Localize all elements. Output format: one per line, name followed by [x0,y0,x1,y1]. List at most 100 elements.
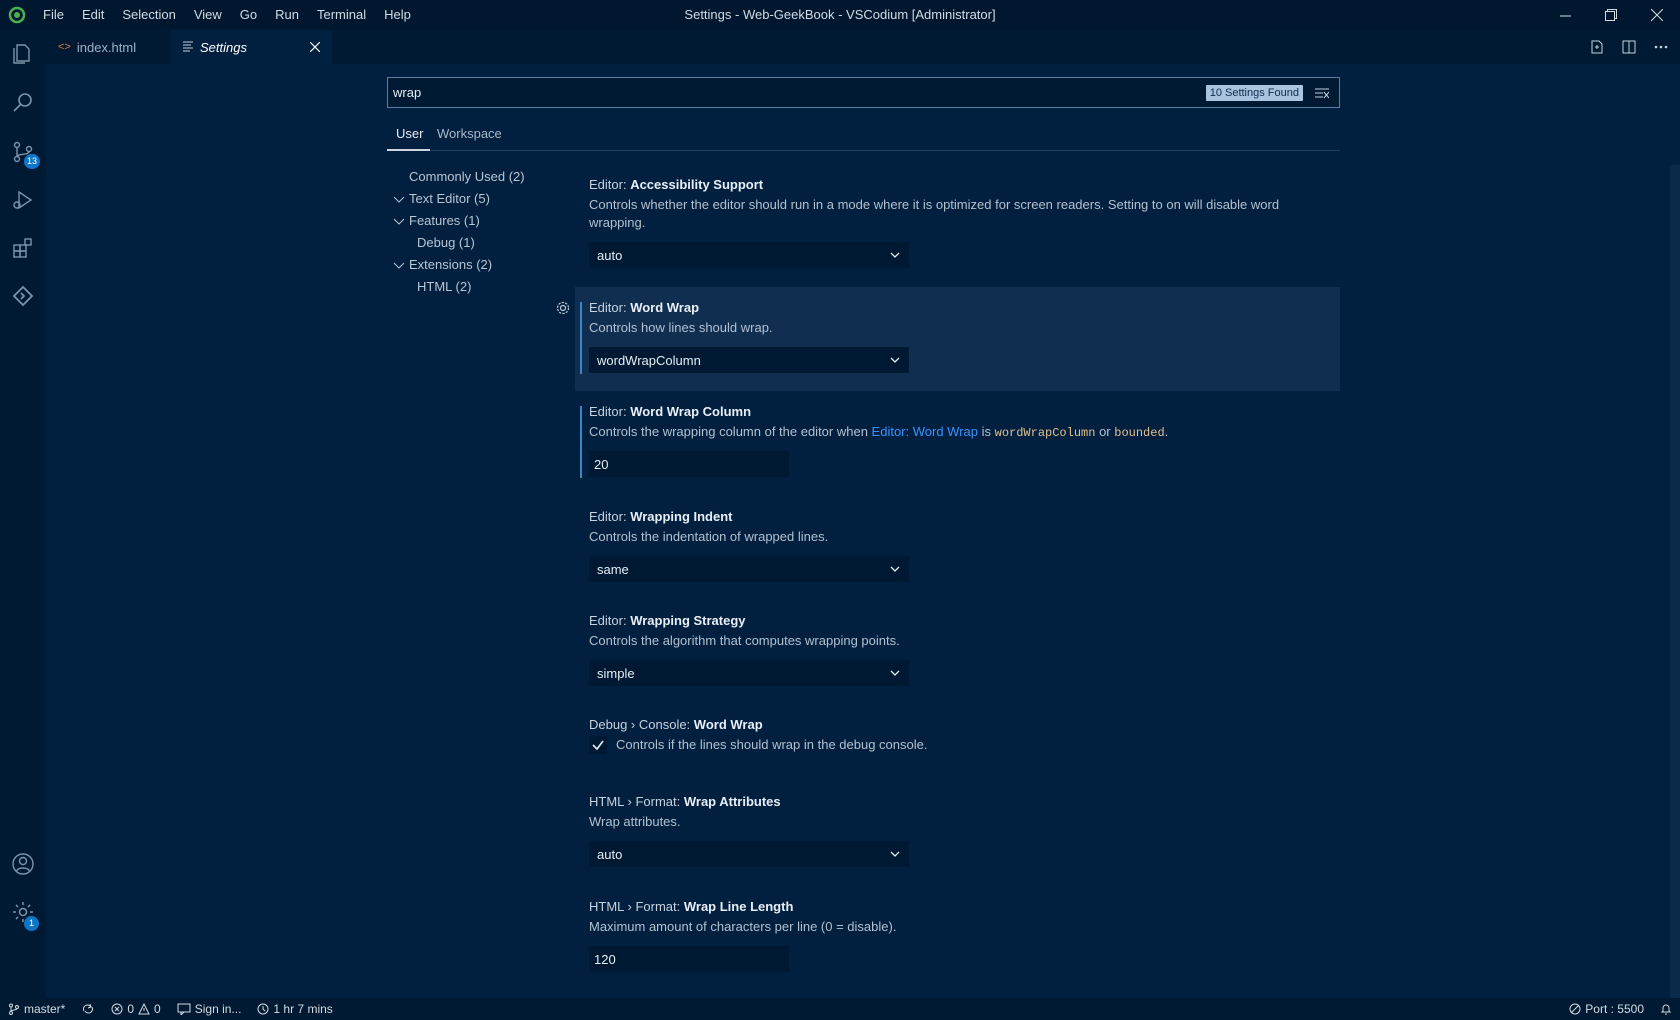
search-icon[interactable] [0,78,46,126]
setting-title: Editor: Word Wrap [589,300,700,315]
tab-workspace[interactable]: Workspace [437,126,502,141]
warning-icon [138,1003,150,1015]
toc-debug[interactable]: Debug (1) [417,235,475,250]
bell-icon [1660,1004,1672,1015]
wrapping-indent-select[interactable]: same [589,556,909,582]
tab-settings[interactable]: Settings [170,30,332,64]
tab-index-html[interactable]: <> index.html [46,30,168,64]
close-tab-icon[interactable] [309,40,321,55]
title-bar: File Edit Selection View Go Run Terminal… [0,0,1680,30]
setting-description: Controls the indentation of wrapped line… [589,529,829,544]
time-tracking-status[interactable]: 1 hr 7 mins [249,998,340,1020]
setting-gear-icon[interactable] [555,300,571,319]
branch-status[interactable]: master* [0,998,73,1020]
setting-title: Editor: Word Wrap Column [589,404,752,419]
word-wrap-select[interactable]: wordWrapColumn [589,347,909,373]
setting-description: Controls the wrapping column of the edit… [589,424,1169,440]
comment-icon [177,1003,191,1015]
toc-html[interactable]: HTML (2) [417,279,471,294]
scm-badge: 13 [24,154,41,169]
block-icon [1569,1003,1581,1015]
chevron-down-icon [890,357,900,363]
restore-icon[interactable] [1588,0,1634,30]
menu-terminal[interactable]: Terminal [308,0,375,30]
setting-title: Debug › Console: Word Wrap [589,717,763,732]
editor-tabs: <> index.html Settings [46,30,1680,64]
setting-description: Controls how lines should wrap. [589,320,773,335]
toc-features[interactable]: Features (1) [409,213,480,228]
menu-go[interactable]: Go [231,0,266,30]
manage-gear-icon[interactable]: 1 [0,888,46,936]
toc-commonly-used[interactable]: Commonly Used (2) [409,169,525,184]
minimize-icon[interactable] [1542,0,1588,30]
accessibility-support-select[interactable]: auto [589,242,909,268]
wrap-line-length-input[interactable]: 120 [589,946,789,972]
scrollbar[interactable] [1670,165,1680,998]
wrap-attributes-select[interactable]: auto [589,841,909,867]
setting-wrapping-strategy: Editor: Wrapping Strategy Controls the a… [589,613,1339,686]
settings-search: 10 Settings Found [387,77,1340,108]
source-control-icon[interactable]: 13 [0,128,46,176]
menu-run[interactable]: Run [266,0,308,30]
word-wrap-link[interactable]: Editor: Word Wrap [872,424,978,439]
menu-file[interactable]: File [34,0,73,30]
toc-text-editor[interactable]: Text Editor (5) [409,191,490,206]
sign-in-status[interactable]: Sign in... [169,998,250,1020]
scope-tabs: User Workspace [387,120,1340,151]
select-value: simple [597,665,635,681]
close-window-icon[interactable] [1634,0,1680,30]
more-actions-icon[interactable] [1650,39,1672,55]
menu-selection[interactable]: Selection [113,0,184,30]
toc-extensions[interactable]: Extensions (2) [409,257,492,272]
setting-word-wrap: Editor: Word Wrap Controls how lines sho… [589,300,1339,373]
menu-help[interactable]: Help [375,0,420,30]
setting-title: Editor: Wrapping Strategy [589,613,746,628]
setting-title: Editor: Wrapping Indent [589,509,733,524]
chevron-down-icon[interactable] [393,260,405,272]
settings-search-input[interactable] [388,78,1206,107]
remote-explorer-icon[interactable] [0,272,46,320]
select-value: auto [597,247,623,263]
select-value: same [597,561,629,577]
setting-wrapping-indent: Editor: Wrapping Indent Controls the ind… [589,509,1339,582]
chevron-down-icon [890,670,900,676]
status-bar: master* 0 0 Sign in... 1 hr 7 mins Port … [0,998,1680,1020]
settings-found-badge: 10 Settings Found [1205,84,1303,101]
git-branch-icon [9,1003,19,1015]
word-wrap-column-input[interactable]: 20 [589,451,789,477]
sync-status[interactable] [73,998,103,1020]
settings-badge: 1 [24,916,39,931]
menu-bar: File Edit Selection View Go Run Terminal… [34,0,420,30]
select-value: wordWrapColumn [597,352,701,368]
word-wrap-checkbox[interactable] [589,736,607,754]
setting-description: Controls the algorithm that computes wra… [589,633,900,648]
extensions-icon[interactable] [0,224,46,272]
problems-status[interactable]: 0 0 [103,998,168,1020]
menu-view[interactable]: View [185,0,231,30]
wrapping-strategy-select[interactable]: simple [589,660,909,686]
accounts-icon[interactable] [0,840,46,888]
select-value: auto [597,846,623,862]
explorer-icon[interactable] [0,30,46,78]
setting-title: Editor: Accessibility Support [589,177,764,192]
split-editor-icon[interactable] [1618,39,1640,55]
menu-edit[interactable]: Edit [73,0,113,30]
app-logo-icon [0,0,34,30]
live-server-port[interactable]: Port : 5500 [1561,998,1652,1020]
sync-icon [83,1003,94,1014]
tab-label: index.html [76,39,137,55]
run-debug-icon[interactable] [0,176,46,224]
chevron-down-icon[interactable] [393,194,405,206]
notifications-bell[interactable] [1652,998,1680,1020]
tab-user[interactable]: User [396,126,423,141]
setting-title: HTML › Format: Wrap Attributes [589,794,781,809]
modified-indicator [580,302,582,374]
setting-description: Controls if the lines should wrap in the… [616,737,928,752]
scope-underline [387,149,430,151]
modified-indicator [580,406,582,478]
open-settings-json-icon[interactable] [1586,39,1608,55]
chevron-down-icon[interactable] [393,216,405,228]
clear-filter-icon[interactable] [1311,82,1333,104]
error-icon [111,1003,123,1015]
setting-word-wrap-column: Editor: Word Wrap Column Controls the wr… [589,404,1339,477]
